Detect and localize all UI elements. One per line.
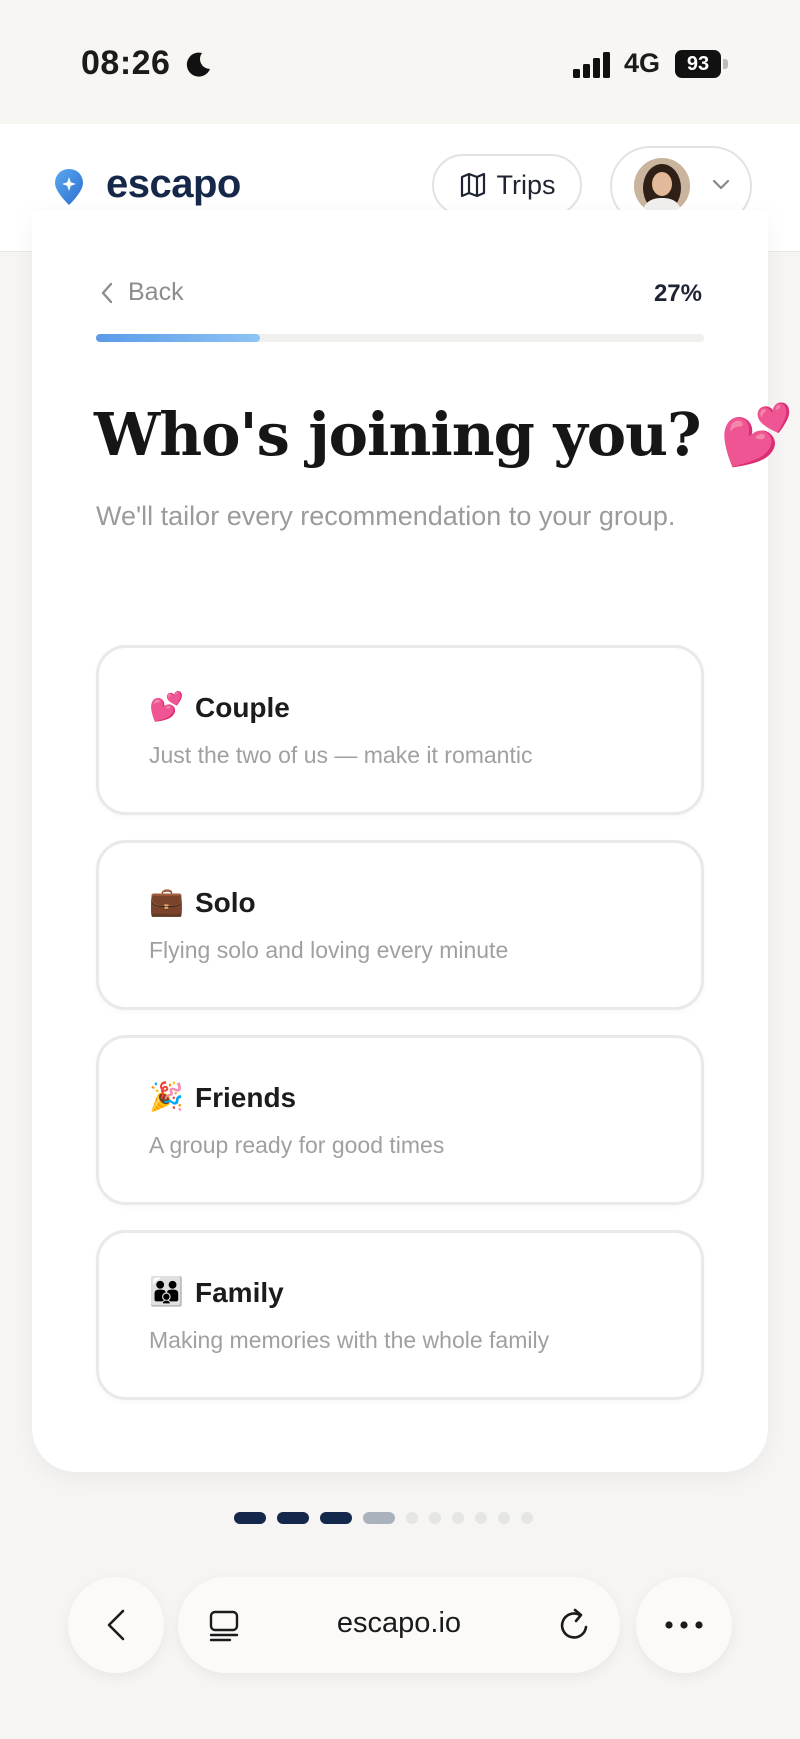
step-pending xyxy=(406,1512,418,1524)
network-type: 4G xyxy=(624,48,661,78)
progress-bar-fill xyxy=(96,334,261,342)
page-title: Who's joining you? 💕 xyxy=(94,400,794,469)
progress-bar xyxy=(96,334,704,342)
option-solo[interactable]: 💼 Solo Flying solo and loving every minu… xyxy=(96,840,704,1010)
more-dots-icon xyxy=(665,1621,703,1629)
step-pending xyxy=(475,1512,487,1524)
url-text: escapo.io xyxy=(336,1607,462,1639)
signal-icon xyxy=(573,52,610,78)
chevron-left-icon xyxy=(101,282,113,303)
party-popper-icon: 🎉 xyxy=(149,1081,184,1112)
onboarding-card: Back 27% Who's joining you? 💕 We'll tail… xyxy=(32,210,794,1472)
option-description: Just the two of us — make it romantic xyxy=(149,742,533,768)
progress-percent: 27% xyxy=(653,280,702,307)
step-completed xyxy=(277,1512,309,1524)
step-current xyxy=(363,1512,395,1524)
browser-back-button[interactable] xyxy=(68,1577,164,1673)
battery-icon: 93 xyxy=(675,50,729,78)
battery-level: 93 xyxy=(675,50,721,78)
step-pending xyxy=(521,1512,533,1524)
option-label: Family xyxy=(195,1277,284,1308)
suitcase-icon: 💼 xyxy=(149,886,184,917)
chevron-down-icon xyxy=(712,179,730,190)
two-hearts-icon: 💕 xyxy=(149,691,184,722)
reload-icon[interactable] xyxy=(558,1607,592,1643)
brand-name[interactable]: escapo xyxy=(106,162,241,207)
trips-button[interactable]: Trips xyxy=(432,154,582,216)
option-friends[interactable]: 🎉 Friends A group ready for good times xyxy=(96,1035,704,1205)
option-description: A group ready for good times xyxy=(149,1132,445,1158)
back-button[interactable]: Back xyxy=(100,278,184,307)
map-icon xyxy=(460,172,485,198)
status-bar: 08:26 4G 93 xyxy=(0,0,800,124)
location-pin-logo-icon[interactable] xyxy=(54,168,84,206)
step-completed xyxy=(234,1512,266,1524)
option-description: Flying solo and loving every minute xyxy=(149,937,509,963)
option-label: Friends xyxy=(195,1082,297,1113)
moon-icon xyxy=(186,52,210,77)
step-pending xyxy=(452,1512,464,1524)
more-options-button[interactable] xyxy=(636,1577,732,1673)
trips-label: Trips xyxy=(496,169,556,200)
step-indicator xyxy=(234,1512,533,1524)
chevron-left-icon xyxy=(107,1609,125,1641)
option-couple[interactable]: 💕 Couple Just the two of us — make it ro… xyxy=(96,645,704,815)
step-pending xyxy=(429,1512,441,1524)
step-completed xyxy=(320,1512,352,1524)
page-subtitle: We'll tailor every recommendation to you… xyxy=(96,501,676,531)
option-label: Solo xyxy=(195,887,256,918)
family-icon: 👪 xyxy=(149,1276,184,1307)
status-time: 08:26 xyxy=(81,44,171,82)
avatar xyxy=(634,158,690,214)
address-bar[interactable]: escapo.io xyxy=(178,1577,620,1673)
option-description: Making memories with the whole family xyxy=(149,1327,550,1353)
option-label: Couple xyxy=(195,692,290,723)
option-family[interactable]: 👪 Family Making memories with the whole … xyxy=(96,1230,704,1400)
step-pending xyxy=(498,1512,510,1524)
back-label: Back xyxy=(128,278,184,306)
